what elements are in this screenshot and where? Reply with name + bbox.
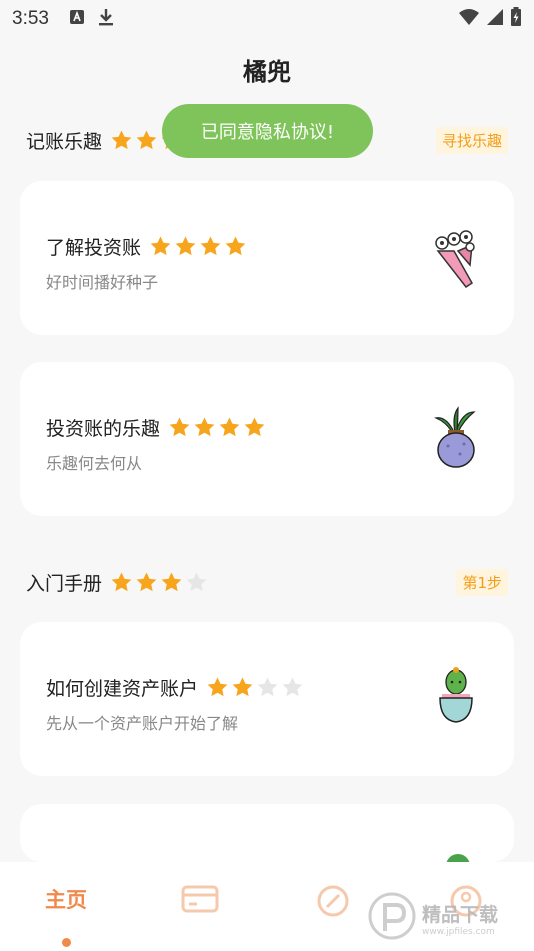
card-subtitle: 好时间播好种子 xyxy=(46,273,159,292)
compass-icon xyxy=(316,884,350,922)
star-filled-icon xyxy=(110,571,133,594)
star-filled-icon xyxy=(193,416,216,439)
section-tag[interactable]: 寻找乐趣 xyxy=(435,126,508,154)
star-filled-icon xyxy=(110,129,133,152)
tab-home-label: 主页 xyxy=(45,888,87,912)
cactus-pot-icon xyxy=(428,662,484,732)
active-indicator xyxy=(62,938,71,947)
section-rating xyxy=(110,571,208,594)
card-rating xyxy=(168,416,266,439)
card-rating xyxy=(206,676,304,699)
font-notification-icon xyxy=(69,9,85,29)
section-header-guide: 入门手册 第1步 xyxy=(26,567,508,597)
star-filled-icon xyxy=(135,571,158,594)
star-empty-icon xyxy=(281,676,304,699)
card-subtitle: 乐趣何去何从 xyxy=(46,454,143,473)
battery-icon xyxy=(510,7,522,31)
star-filled-icon xyxy=(174,235,197,258)
card-lesson-partial[interactable] xyxy=(20,804,514,862)
tab-home[interactable]: 主页 xyxy=(36,884,96,934)
card-title: 投资账的乐趣 xyxy=(46,418,161,440)
card-icon xyxy=(181,884,219,918)
star-filled-icon xyxy=(206,676,229,699)
watermark-text: 精品下载 xyxy=(422,903,499,926)
star-empty-icon xyxy=(256,676,279,699)
star-filled-icon xyxy=(168,416,191,439)
card-subtitle: 先从一个资产账户开始了解 xyxy=(46,714,239,733)
star-filled-icon xyxy=(231,676,254,699)
card-lesson[interactable]: 如何创建资产账户 先从一个资产账户开始了解 xyxy=(20,622,514,776)
potted-plant-icon xyxy=(428,402,484,472)
star-empty-icon xyxy=(185,571,208,594)
star-filled-icon xyxy=(224,235,247,258)
tab-wallet[interactable] xyxy=(170,884,230,934)
card-lesson[interactable]: 投资账的乐趣 乐趣何去何从 xyxy=(20,362,514,516)
toast-message: 已同意隐私协议! xyxy=(162,104,373,158)
page-title: 橘兜 xyxy=(243,58,291,86)
star-filled-icon xyxy=(218,416,241,439)
signal-icon xyxy=(486,8,504,30)
section-title: 入门手册 xyxy=(26,572,103,595)
star-filled-icon xyxy=(160,571,183,594)
star-filled-icon xyxy=(135,129,158,152)
card-title: 如何创建资产账户 xyxy=(46,678,199,700)
card-title: 了解投资账 xyxy=(46,237,142,259)
star-filled-icon xyxy=(149,235,172,258)
watermark-url: www.jpfiles.com xyxy=(422,926,495,937)
card-rating xyxy=(149,235,247,258)
status-bar: 3:53 xyxy=(0,0,534,38)
plant-icon xyxy=(446,854,470,862)
star-filled-icon xyxy=(199,235,222,258)
watermark: 精品下载 www.jpfiles.com xyxy=(368,888,534,948)
section-title: 记账乐趣 xyxy=(26,130,103,153)
bouquet-icon xyxy=(428,221,484,291)
status-time: 3:53 xyxy=(12,8,49,29)
wifi-icon xyxy=(458,8,480,30)
watermark-logo-icon xyxy=(368,891,416,945)
card-lesson[interactable]: 了解投资账 好时间播好种子 xyxy=(20,181,514,335)
star-filled-icon xyxy=(243,416,266,439)
section-tag[interactable]: 第1步 xyxy=(456,568,508,596)
download-icon xyxy=(97,7,115,31)
tab-discover[interactable] xyxy=(303,884,363,934)
